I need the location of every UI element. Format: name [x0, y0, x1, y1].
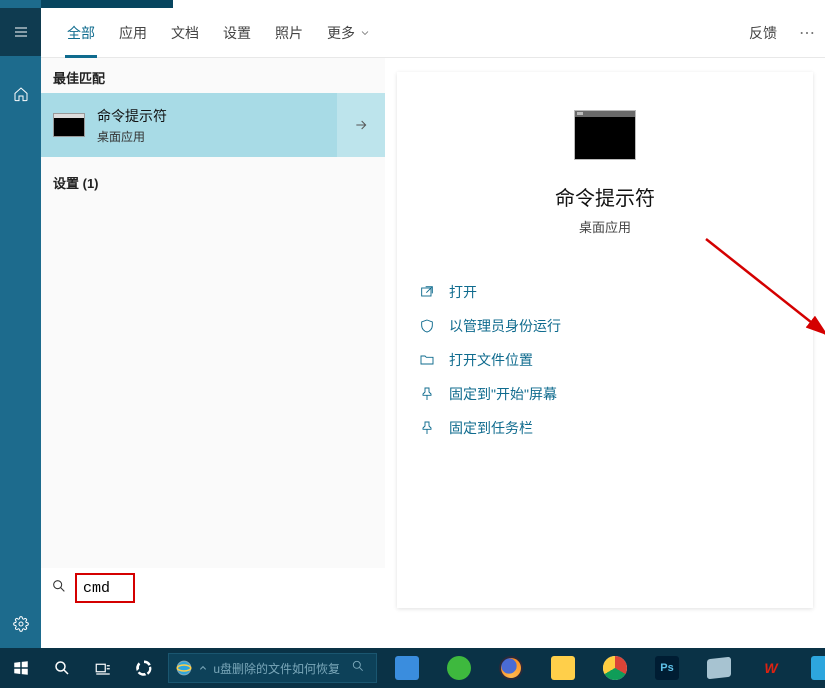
- taskbar-app-360browser[interactable]: [447, 656, 471, 680]
- taskbar: u盘删除的文件如何恢复 Ps W: [0, 648, 825, 688]
- action-open[interactable]: 打开: [419, 282, 813, 302]
- folder-icon: [419, 352, 435, 368]
- taskbar-app-firefox[interactable]: [499, 656, 523, 680]
- group-settings[interactable]: 设置 (1): [41, 157, 385, 198]
- gear-icon: [13, 616, 29, 632]
- pin-icon: [419, 420, 435, 436]
- taskbar-app-partial[interactable]: [811, 656, 825, 680]
- action-pin-start-label: 固定到"开始"屏幕: [449, 384, 557, 404]
- action-run-as-admin[interactable]: 以管理员身份运行: [419, 316, 813, 336]
- result-detail-panel: 命令提示符 桌面应用 打开 以管理员身份运行 打开文件位置 固定到"开始"屏幕 …: [397, 72, 813, 608]
- tab-more[interactable]: 更多: [315, 8, 383, 58]
- taskbar-address-bar[interactable]: u盘删除的文件如何恢复: [168, 653, 377, 683]
- start-button[interactable]: [0, 648, 41, 688]
- tab-settings[interactable]: 设置: [211, 8, 263, 58]
- search-icon: [53, 659, 71, 677]
- menu-icon: [13, 24, 29, 40]
- home-button[interactable]: [0, 70, 41, 118]
- search-results-area: 最佳匹配 命令提示符 桌面应用 设置 (1) 命令提示符 桌面应用 打: [41, 58, 825, 648]
- taskbar-pinned-apps: Ps W: [395, 656, 825, 680]
- search-filter-tabs: 全部 应用 文档 设置 照片 更多 反馈 ⋯: [41, 8, 825, 58]
- taskbar-app-photoshop[interactable]: Ps: [655, 656, 679, 680]
- action-pin-to-taskbar[interactable]: 固定到任务栏: [419, 418, 813, 438]
- action-pin-to-start[interactable]: 固定到"开始"屏幕: [419, 384, 813, 404]
- taskbar-app-wps[interactable]: W: [759, 656, 783, 680]
- start-rail: [0, 0, 41, 648]
- detail-subtitle: 桌面应用: [579, 217, 631, 236]
- chevron-down-icon: [359, 27, 371, 39]
- app-thumbnail: [574, 110, 636, 160]
- taskbar-app-chrome[interactable]: [603, 656, 627, 680]
- action-open-file-location[interactable]: 打开文件位置: [419, 350, 813, 370]
- spinner-icon: [135, 659, 153, 677]
- open-icon: [419, 284, 435, 300]
- address-text: u盘删除的文件如何恢复: [213, 660, 340, 677]
- result-expand-button[interactable]: [337, 93, 385, 157]
- hamburger-button[interactable]: [0, 8, 41, 56]
- search-icon: [51, 578, 67, 599]
- arrow-right-icon: [353, 117, 369, 133]
- taskbar-search-button[interactable]: [41, 648, 82, 688]
- dropdown-up-icon: [199, 664, 207, 672]
- action-open-label: 打开: [449, 282, 477, 302]
- results-list: 最佳匹配 命令提示符 桌面应用 设置 (1): [41, 58, 385, 608]
- search-input[interactable]: [75, 573, 135, 603]
- task-view-icon: [94, 659, 112, 677]
- pin-icon: [419, 386, 435, 402]
- tab-photos[interactable]: 照片: [263, 8, 315, 58]
- result-title: 命令提示符: [97, 106, 167, 126]
- taskbar-app-notepad[interactable]: [707, 657, 731, 680]
- detail-title: 命令提示符: [555, 182, 655, 211]
- ie-icon: [175, 659, 193, 677]
- action-pin-taskbar-label: 固定到任务栏: [449, 418, 533, 438]
- more-options-button[interactable]: ⋯: [789, 23, 825, 43]
- tab-documents[interactable]: 文档: [159, 8, 211, 58]
- settings-gear-button[interactable]: [0, 600, 41, 648]
- shield-icon: [419, 318, 435, 334]
- taskbar-app-calculator[interactable]: [395, 656, 419, 680]
- windows-icon: [12, 659, 30, 677]
- taskbar-app-360[interactable]: [123, 648, 164, 688]
- address-search-button[interactable]: [346, 659, 370, 678]
- cmd-icon: [53, 113, 85, 137]
- result-cmd[interactable]: 命令提示符 桌面应用: [41, 93, 385, 157]
- tab-apps[interactable]: 应用: [107, 8, 159, 58]
- tab-more-label: 更多: [327, 8, 355, 58]
- action-run-admin-label: 以管理员身份运行: [449, 316, 561, 336]
- taskbar-app-explorer[interactable]: [551, 656, 575, 680]
- home-icon: [13, 86, 29, 102]
- feedback-link[interactable]: 反馈: [737, 23, 789, 43]
- group-best-match: 最佳匹配: [41, 58, 385, 93]
- tab-all[interactable]: 全部: [55, 8, 107, 58]
- search-box-row: [41, 568, 385, 608]
- result-subtitle: 桌面应用: [97, 128, 167, 145]
- action-open-location-label: 打开文件位置: [449, 350, 533, 370]
- task-view-button[interactable]: [82, 648, 123, 688]
